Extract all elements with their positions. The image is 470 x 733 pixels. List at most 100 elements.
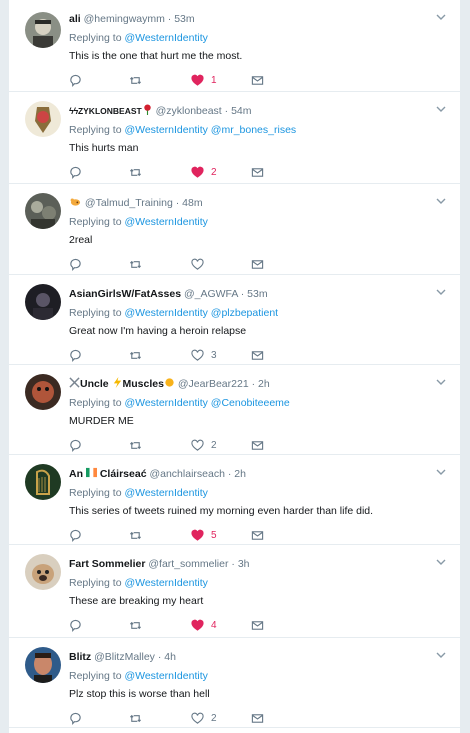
like-button[interactable]: 2 — [191, 437, 217, 453]
like-button[interactable]: 2 — [191, 164, 217, 180]
retweet-button[interactable] — [129, 256, 149, 272]
avatar[interactable] — [25, 464, 61, 500]
mention-link[interactable]: @WesternIdentity — [124, 397, 207, 409]
username[interactable]: @anchlairseach — [149, 468, 224, 480]
reply-button[interactable] — [69, 347, 89, 363]
tweet[interactable]: ali @hemingwaymm · 53m Replying to @West… — [9, 0, 460, 92]
direct-message-button[interactable] — [251, 347, 264, 363]
envelope-icon — [251, 713, 264, 723]
replying-label: Replying to — [69, 32, 122, 44]
mention-link[interactable]: @WesternIdentity — [124, 487, 207, 499]
like-button[interactable]: 1 — [191, 72, 217, 88]
timestamp[interactable]: 4h — [164, 651, 176, 663]
display-name[interactable]: ϟϟZYKLONBEAST — [69, 104, 153, 117]
tweet-header: ali @hemingwaymm · 53m — [69, 12, 429, 26]
username[interactable]: @fart_sommelier — [148, 558, 228, 570]
timestamp[interactable]: 2h — [234, 468, 246, 480]
reply-button[interactable] — [69, 710, 89, 726]
tweet[interactable]: AsianGirlsW/FatAsses @_AGWFA · 53m Reply… — [9, 275, 460, 365]
reply-button[interactable] — [69, 437, 89, 453]
display-name[interactable]: Fart Sommelier — [69, 558, 145, 570]
username[interactable]: @zyklonbeast — [156, 105, 222, 117]
direct-message-button[interactable] — [251, 72, 264, 88]
username[interactable]: @BlitzMalley — [94, 651, 155, 663]
tweet[interactable]: Fart Sommelier @fart_sommelier · 3h Repl… — [9, 545, 460, 638]
direct-message-button[interactable] — [251, 437, 264, 453]
like-button[interactable]: 4 — [191, 617, 217, 633]
display-name[interactable]: An Cláirseać — [69, 467, 147, 480]
mention-link[interactable]: @WesternIdentity — [124, 307, 207, 319]
reply-icon — [70, 529, 81, 542]
username[interactable]: @JearBear221 — [178, 378, 249, 390]
retweet-button[interactable] — [129, 347, 149, 363]
mention-link[interactable]: @Cenobiteeeme — [211, 397, 290, 409]
avatar[interactable] — [25, 12, 61, 48]
reply-button[interactable] — [69, 256, 89, 272]
retweet-button[interactable] — [129, 710, 149, 726]
chevron-down-icon[interactable] — [434, 555, 448, 569]
username[interactable]: @Talmud_Training — [85, 197, 173, 209]
direct-message-button[interactable] — [251, 527, 264, 543]
like-button[interactable] — [191, 256, 211, 272]
retweet-button[interactable] — [129, 617, 149, 633]
direct-message-button[interactable] — [251, 617, 264, 633]
avatar[interactable] — [25, 554, 61, 590]
retweet-button[interactable] — [129, 164, 149, 180]
chevron-down-icon[interactable] — [434, 10, 448, 24]
reply-button[interactable] — [69, 527, 89, 543]
chevron-down-icon[interactable] — [434, 375, 448, 389]
tweet[interactable]: Blitz @BlitzMalley · 4h Replying to @Wes… — [9, 638, 460, 728]
separator-dot: · — [251, 378, 256, 390]
timestamp[interactable]: 53m — [247, 288, 267, 300]
chevron-down-icon[interactable] — [434, 648, 448, 662]
timestamp[interactable]: 3h — [238, 558, 250, 570]
direct-message-button[interactable] — [251, 256, 264, 272]
retweet-button[interactable] — [129, 437, 149, 453]
display-name[interactable]: AsianGirlsW/FatAsses — [69, 288, 181, 300]
tweet[interactable]: Uncle Muscles @JearBear221 · 2h Replying… — [9, 365, 460, 455]
mention-link[interactable]: @WesternIdentity — [124, 577, 207, 589]
tweet[interactable]: @Talmud_Training · 48m Replying to @West… — [9, 184, 460, 275]
like-button[interactable]: 5 — [191, 527, 217, 543]
like-button[interactable]: 3 — [191, 347, 217, 363]
direct-message-button[interactable] — [251, 710, 264, 726]
username[interactable]: @_AGWFA — [184, 288, 238, 300]
mention-link[interactable]: @WesternIdentity — [124, 32, 207, 44]
avatar[interactable] — [25, 193, 61, 229]
mention-link[interactable]: @WesternIdentity — [124, 670, 207, 682]
display-name[interactable]: ali — [69, 13, 81, 25]
mention-link[interactable]: @WesternIdentity — [124, 124, 207, 136]
chevron-down-icon[interactable] — [434, 285, 448, 299]
envelope-icon — [251, 440, 264, 450]
timestamp[interactable]: 48m — [182, 197, 202, 209]
direct-message-button[interactable] — [251, 164, 264, 180]
timestamp[interactable]: 53m — [174, 13, 194, 25]
chevron-down-icon[interactable] — [434, 194, 448, 208]
retweet-button[interactable] — [129, 72, 149, 88]
avatar[interactable] — [25, 284, 61, 320]
chevron-down-icon[interactable] — [434, 102, 448, 116]
reply-button[interactable] — [69, 72, 89, 88]
avatar[interactable] — [25, 647, 61, 683]
avatar[interactable] — [25, 374, 61, 410]
display-name[interactable]: Uncle Muscles — [69, 377, 175, 390]
chevron-down-icon[interactable] — [434, 465, 448, 479]
timestamp[interactable]: 2h — [258, 378, 270, 390]
rose-icon — [143, 104, 151, 115]
mention-link[interactable]: @plzbepatient — [211, 307, 278, 319]
mention-link[interactable]: @WesternIdentity — [124, 216, 207, 228]
tweet[interactable]: An Cláirseać @anchlairseach · 2h Replyin… — [9, 455, 460, 545]
like-button[interactable]: 2 — [191, 710, 217, 726]
reply-button[interactable] — [69, 164, 89, 180]
reply-button[interactable] — [69, 617, 89, 633]
timestamp[interactable]: 54m — [231, 105, 251, 117]
avatar[interactable] — [25, 101, 61, 137]
retweet-button[interactable] — [129, 527, 149, 543]
like-count: 2 — [211, 712, 217, 724]
display-name[interactable]: Blitz — [69, 651, 91, 663]
tweet-actions: 2 — [69, 437, 269, 453]
display-name[interactable] — [69, 197, 82, 209]
username[interactable]: @hemingwaymm — [84, 13, 165, 25]
mention-link[interactable]: @mr_bones_rises — [211, 124, 296, 136]
tweet[interactable]: ϟϟZYKLONBEAST @zyklonbeast · 54m Replyin… — [9, 92, 460, 184]
